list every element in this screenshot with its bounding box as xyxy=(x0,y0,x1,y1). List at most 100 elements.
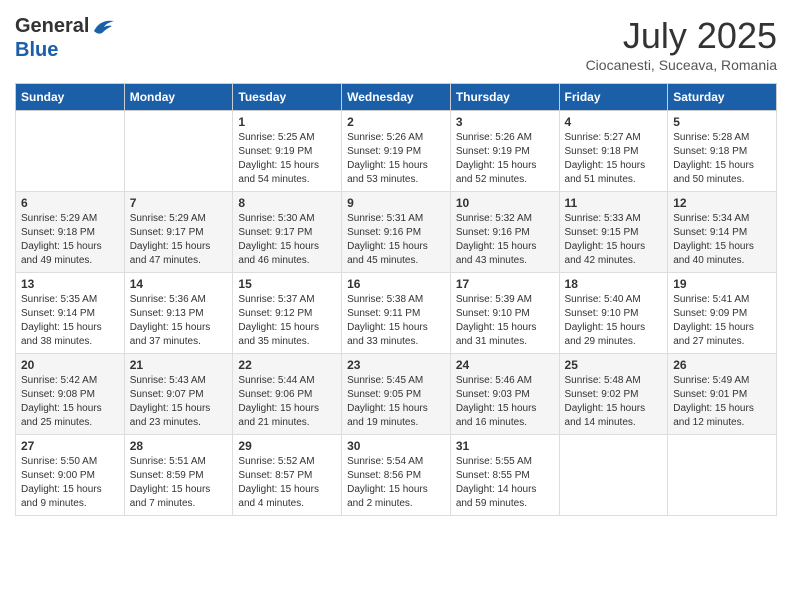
calendar-cell: 17Sunrise: 5:39 AM Sunset: 9:10 PM Dayli… xyxy=(450,273,559,354)
calendar-cell: 30 Sunrise: 5:54 AM Sunset: 8:56 PM Dayli… xyxy=(342,435,451,516)
day-number: 3 xyxy=(456,115,554,129)
day-info: Sunrise: 5:46 AM Sunset: 9:03 PM Dayligh… xyxy=(456,374,554,430)
calendar-week-row: 13Sunrise: 5:35 AM Sunset: 9:14 PM Dayli… xyxy=(16,273,777,354)
day-info: Sunrise: 5:38 AM Sunset: 9:11 PM Dayligh… xyxy=(347,293,445,349)
logo-general: General xyxy=(15,15,114,40)
day-info: Sunrise: 5:43 AM Sunset: 9:07 PM Dayligh… xyxy=(130,374,228,430)
day-number: 24 xyxy=(456,358,554,372)
calendar-cell: 16 Sunrise: 5:38 AM Sunset: 9:11 PM Dayli… xyxy=(342,273,451,354)
calendar-cell: 19Sunrise: 5:41 AM Sunset: 9:09 PM Dayli… xyxy=(668,273,777,354)
day-info: Sunrise: 5:29 AM Sunset: 9:17 PM Dayligh… xyxy=(130,212,228,268)
day-number: 15 xyxy=(238,277,336,291)
calendar-cell: 21Sunrise: 5:43 AM Sunset: 9:07 PM Dayli… xyxy=(124,354,233,435)
calendar-cell: 12Sunrise: 5:34 AM Sunset: 9:14 PM Dayli… xyxy=(668,192,777,273)
calendar-cell: 26 Sunrise: 5:49 AM Sunset: 9:01 PM Dayli… xyxy=(668,354,777,435)
calendar-body: 1Sunrise: 5:25 AM Sunset: 9:19 PM Daylig… xyxy=(16,111,777,516)
day-info: Sunrise: 5:36 AM Sunset: 9:13 PM Dayligh… xyxy=(130,293,228,349)
calendar-week-row: 27Sunrise: 5:50 AM Sunset: 9:00 PM Dayli… xyxy=(16,435,777,516)
calendar-cell: 11 Sunrise: 5:33 AM Sunset: 9:15 PM Dayli… xyxy=(559,192,668,273)
day-number: 5 xyxy=(673,115,771,129)
day-number: 2 xyxy=(347,115,445,129)
calendar-cell: 28 Sunrise: 5:51 AM Sunset: 8:59 PM Dayli… xyxy=(124,435,233,516)
day-number: 23 xyxy=(347,358,445,372)
day-info: Sunrise: 5:26 AM Sunset: 9:19 PM Dayligh… xyxy=(456,131,554,187)
calendar-cell: 23 Sunrise: 5:45 AM Sunset: 9:05 PM Dayli… xyxy=(342,354,451,435)
calendar-cell: 24 Sunrise: 5:46 AM Sunset: 9:03 PM Dayli… xyxy=(450,354,559,435)
day-number: 10 xyxy=(456,196,554,210)
calendar-cell xyxy=(16,111,125,192)
day-number: 27 xyxy=(21,439,119,453)
day-info: Sunrise: 5:48 AM Sunset: 9:02 PM Dayligh… xyxy=(565,374,663,430)
day-number: 17 xyxy=(456,277,554,291)
day-info: Sunrise: 5:52 AM Sunset: 8:57 PM Dayligh… xyxy=(238,455,336,511)
calendar-cell: 13Sunrise: 5:35 AM Sunset: 9:14 PM Dayli… xyxy=(16,273,125,354)
day-number: 29 xyxy=(238,439,336,453)
day-info: Sunrise: 5:44 AM Sunset: 9:06 PM Dayligh… xyxy=(238,374,336,430)
day-info: Sunrise: 5:51 AM Sunset: 8:59 PM Dayligh… xyxy=(130,455,228,511)
page-header: General Blue July 2025 Ciocanesti, Sucea… xyxy=(15,15,777,73)
day-number: 9 xyxy=(347,196,445,210)
day-info: Sunrise: 5:32 AM Sunset: 9:16 PM Dayligh… xyxy=(456,212,554,268)
day-number: 14 xyxy=(130,277,228,291)
day-info: Sunrise: 5:54 AM Sunset: 8:56 PM Dayligh… xyxy=(347,455,445,511)
day-number: 1 xyxy=(238,115,336,129)
day-info: Sunrise: 5:30 AM Sunset: 9:17 PM Dayligh… xyxy=(238,212,336,268)
day-info: Sunrise: 5:37 AM Sunset: 9:12 PM Dayligh… xyxy=(238,293,336,349)
calendar-cell: 3 Sunrise: 5:26 AM Sunset: 9:19 PM Daylig… xyxy=(450,111,559,192)
weekday-header-friday: Friday xyxy=(559,84,668,111)
calendar-table: SundayMondayTuesdayWednesdayThursdayFrid… xyxy=(15,83,777,516)
day-number: 7 xyxy=(130,196,228,210)
calendar-cell: 22 Sunrise: 5:44 AM Sunset: 9:06 PM Dayli… xyxy=(233,354,342,435)
day-number: 20 xyxy=(21,358,119,372)
calendar-cell: 8 Sunrise: 5:30 AM Sunset: 9:17 PM Daylig… xyxy=(233,192,342,273)
day-number: 30 xyxy=(347,439,445,453)
day-number: 11 xyxy=(565,196,663,210)
day-number: 19 xyxy=(673,277,771,291)
calendar-week-row: 20 Sunrise: 5:42 AM Sunset: 9:08 PM Dayli… xyxy=(16,354,777,435)
calendar-cell: 18 Sunrise: 5:40 AM Sunset: 9:10 PM Dayli… xyxy=(559,273,668,354)
day-info: Sunrise: 5:49 AM Sunset: 9:01 PM Dayligh… xyxy=(673,374,771,430)
logo-bird-icon xyxy=(92,17,114,35)
logo-blue: Blue xyxy=(15,40,114,60)
weekday-header-sunday: Sunday xyxy=(16,84,125,111)
calendar-cell: 14 Sunrise: 5:36 AM Sunset: 9:13 PM Dayli… xyxy=(124,273,233,354)
weekday-header-monday: Monday xyxy=(124,84,233,111)
day-number: 25 xyxy=(565,358,663,372)
day-number: 28 xyxy=(130,439,228,453)
weekday-header-tuesday: Tuesday xyxy=(233,84,342,111)
calendar-cell xyxy=(668,435,777,516)
day-number: 6 xyxy=(21,196,119,210)
day-number: 18 xyxy=(565,277,663,291)
day-number: 22 xyxy=(238,358,336,372)
calendar-cell xyxy=(124,111,233,192)
day-info: Sunrise: 5:34 AM Sunset: 9:14 PM Dayligh… xyxy=(673,212,771,268)
logo: General Blue xyxy=(15,15,114,60)
calendar-cell: 7 Sunrise: 5:29 AM Sunset: 9:17 PM Daylig… xyxy=(124,192,233,273)
weekday-header-row: SundayMondayTuesdayWednesdayThursdayFrid… xyxy=(16,84,777,111)
calendar-cell: 20 Sunrise: 5:42 AM Sunset: 9:08 PM Dayli… xyxy=(16,354,125,435)
calendar-cell: 27Sunrise: 5:50 AM Sunset: 9:00 PM Dayli… xyxy=(16,435,125,516)
day-info: Sunrise: 5:45 AM Sunset: 9:05 PM Dayligh… xyxy=(347,374,445,430)
day-number: 16 xyxy=(347,277,445,291)
day-info: Sunrise: 5:55 AM Sunset: 8:55 PM Dayligh… xyxy=(456,455,554,511)
day-info: Sunrise: 5:29 AM Sunset: 9:18 PM Dayligh… xyxy=(21,212,119,268)
calendar-cell: 9 Sunrise: 5:31 AM Sunset: 9:16 PM Daylig… xyxy=(342,192,451,273)
calendar-cell: 6 Sunrise: 5:29 AM Sunset: 9:18 PM Daylig… xyxy=(16,192,125,273)
day-info: Sunrise: 5:40 AM Sunset: 9:10 PM Dayligh… xyxy=(565,293,663,349)
day-number: 8 xyxy=(238,196,336,210)
day-info: Sunrise: 5:42 AM Sunset: 9:08 PM Dayligh… xyxy=(21,374,119,430)
calendar-cell xyxy=(559,435,668,516)
calendar-cell: 15 Sunrise: 5:37 AM Sunset: 9:12 PM Dayli… xyxy=(233,273,342,354)
day-info: Sunrise: 5:33 AM Sunset: 9:15 PM Dayligh… xyxy=(565,212,663,268)
calendar-cell: 31 Sunrise: 5:55 AM Sunset: 8:55 PM Dayli… xyxy=(450,435,559,516)
day-number: 31 xyxy=(456,439,554,453)
location-subtitle: Ciocanesti, Suceava, Romania xyxy=(586,57,777,73)
day-number: 26 xyxy=(673,358,771,372)
calendar-cell: 10 Sunrise: 5:32 AM Sunset: 9:16 PM Dayli… xyxy=(450,192,559,273)
calendar-week-row: 6 Sunrise: 5:29 AM Sunset: 9:18 PM Daylig… xyxy=(16,192,777,273)
day-info: Sunrise: 5:31 AM Sunset: 9:16 PM Dayligh… xyxy=(347,212,445,268)
day-info: Sunrise: 5:28 AM Sunset: 9:18 PM Dayligh… xyxy=(673,131,771,187)
calendar-cell: 2Sunrise: 5:26 AM Sunset: 9:19 PM Daylig… xyxy=(342,111,451,192)
calendar-week-row: 1Sunrise: 5:25 AM Sunset: 9:19 PM Daylig… xyxy=(16,111,777,192)
title-block: July 2025 Ciocanesti, Suceava, Romania xyxy=(586,15,777,73)
